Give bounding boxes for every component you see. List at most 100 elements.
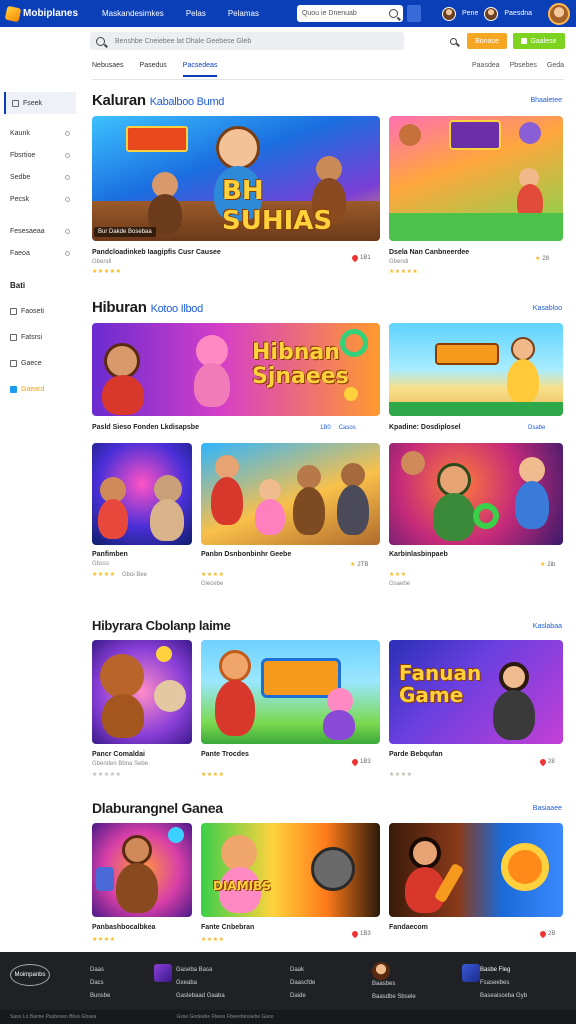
character-body bbox=[102, 694, 144, 738]
footer-link[interactable]: Gaseba Basa bbox=[176, 964, 225, 977]
character-head bbox=[215, 455, 239, 479]
game-title[interactable]: Dsela Nan Canbneerdee bbox=[389, 249, 469, 256]
logo-icon bbox=[4, 5, 22, 22]
game-title[interactable]: Karbinlasbinpaeb bbox=[389, 551, 448, 558]
game-title[interactable]: Kpadine: Dosdiplosel bbox=[389, 424, 461, 431]
avatar[interactable] bbox=[442, 6, 456, 21]
game-thumbnail[interactable] bbox=[92, 640, 192, 744]
sidebar-item[interactable]: Kaunk bbox=[4, 122, 76, 144]
app-icon[interactable] bbox=[462, 964, 480, 982]
game-title[interactable]: Parde Bebqufan bbox=[389, 751, 443, 758]
coin-icon bbox=[501, 843, 549, 891]
see-all-link[interactable]: Bhaaletee bbox=[530, 97, 562, 104]
footer-link[interactable]: Gxeaba bbox=[176, 977, 225, 990]
character-body bbox=[116, 863, 158, 913]
checkbox-icon[interactable] bbox=[10, 333, 17, 341]
character-head bbox=[341, 463, 365, 487]
footer-link[interactable]: Daak bbox=[290, 964, 315, 977]
footer-link[interactable]: Basbe Fleg bbox=[480, 964, 527, 977]
game-thumbnail[interactable] bbox=[389, 443, 563, 545]
green-button[interactable]: Gaalese bbox=[513, 33, 565, 49]
top-nav-item[interactable]: Pelamas bbox=[228, 9, 259, 18]
footer-logo-text: Moimpanbs bbox=[14, 972, 46, 978]
see-all-link[interactable]: Kaslabaa bbox=[533, 623, 562, 630]
game-thumbnail[interactable] bbox=[92, 443, 192, 545]
sidebar-check-item[interactable]: Gaece bbox=[4, 352, 76, 374]
game-title[interactable]: Pasld Sieso Fonden Lkdisapsbe bbox=[92, 424, 199, 431]
sidebar-item[interactable]: Sedbe bbox=[4, 166, 76, 188]
rating-tag-text: 2ib bbox=[547, 561, 556, 568]
app-logo[interactable]: Mobiplanes bbox=[4, 5, 86, 22]
game-title[interactable]: Pancr Comaldai bbox=[92, 751, 145, 758]
main-search-input[interactable]: Benshbe Cneiebee lat Dhale Geebese Gleb bbox=[90, 32, 404, 50]
footer-link[interactable]: Baasdbe Sbsele bbox=[372, 991, 416, 1004]
tab-item[interactable]: Pasedus bbox=[140, 62, 167, 75]
sidebar-heading: Bati bbox=[10, 280, 26, 290]
top-nav-item[interactable]: Pelas bbox=[186, 9, 206, 18]
game-banner[interactable] bbox=[389, 323, 563, 416]
tab-right-item[interactable]: Paasdea bbox=[472, 62, 500, 69]
game-title[interactable]: Panbn Dsnbonbinhr Geebe bbox=[201, 551, 291, 558]
see-all-link[interactable]: Basiaaee bbox=[533, 805, 562, 812]
footer-link[interactable]: Gaslebaad Gaaba bbox=[176, 990, 225, 1003]
app-icon[interactable] bbox=[154, 964, 172, 982]
sidebar-check-item[interactable]: Faoseti bbox=[4, 300, 76, 322]
game-thumbnail[interactable] bbox=[201, 443, 380, 545]
tab-right-item[interactable]: Geda bbox=[547, 62, 564, 69]
game-banner[interactable] bbox=[389, 116, 563, 241]
user2-label[interactable]: Paesdna bbox=[504, 10, 532, 17]
footer-link[interactable]: Baseaisceba Gyb bbox=[480, 990, 527, 1003]
game-thumbnail[interactable] bbox=[201, 640, 380, 744]
rating-tag-text: 1B3 bbox=[360, 759, 371, 765]
sidebar-item[interactable]: Faeoa bbox=[4, 242, 76, 264]
footer-logo[interactable]: Moimpanbs bbox=[10, 964, 50, 986]
game-thumbnail[interactable] bbox=[389, 823, 563, 917]
game-banner-large[interactable]: Hibnan Sjnaees bbox=[92, 323, 380, 416]
footer-link[interactable]: Fsaseebes bbox=[480, 977, 527, 990]
game-title[interactable]: Fante Cnbebran bbox=[201, 924, 254, 931]
footer-link[interactable]: Daide bbox=[290, 990, 315, 1003]
footer-legal-text: Gsse Gedeebe Fbees Fbeeebesaebe Gaso bbox=[176, 1014, 274, 1020]
sidebar-item[interactable]: Pecsk bbox=[4, 188, 76, 210]
top-search-input[interactable]: Quou ie Dnenuab bbox=[296, 5, 403, 22]
game-meta: Gsaebe bbox=[389, 581, 411, 587]
game-title[interactable]: Panfimben bbox=[92, 551, 128, 558]
banner-ground bbox=[389, 213, 563, 241]
sidebar-item-active[interactable]: Fseek bbox=[4, 92, 76, 114]
profile-avatar[interactable] bbox=[548, 2, 570, 25]
game-title[interactable]: Fandaecom bbox=[389, 924, 428, 931]
top-search-button[interactable] bbox=[406, 5, 421, 22]
footer-link[interactable]: Baasbes bbox=[372, 978, 416, 991]
sidebar-check-item[interactable]: Fatsrsi bbox=[4, 326, 76, 348]
game-title[interactable]: Pante Trocdes bbox=[201, 751, 249, 758]
game-meta: Gbendi bbox=[389, 259, 409, 265]
footer-link[interactable]: Bunsbe bbox=[90, 990, 110, 1003]
top-nav-item[interactable]: Maskandesimkes bbox=[102, 9, 164, 18]
heart-icon bbox=[350, 253, 360, 263]
search-icon[interactable] bbox=[450, 37, 457, 45]
tab-item[interactable]: Nebusaes bbox=[92, 62, 124, 75]
sidebar-item[interactable]: Fbsrtioe bbox=[4, 144, 76, 166]
checkbox-icon[interactable] bbox=[10, 307, 17, 315]
game-thumbnail[interactable] bbox=[92, 823, 192, 917]
sidebar-item[interactable]: Fesesaeaa bbox=[4, 220, 76, 242]
game-title[interactable]: Panbashbocalbkea bbox=[92, 924, 155, 931]
game-title[interactable]: Pandcloadinkeb Iaagipfis Cusr Causee bbox=[92, 249, 221, 256]
character-head bbox=[297, 465, 321, 489]
game-banner-large[interactable]: BH SUHIAS Bur Dakde Bosebaa bbox=[92, 116, 380, 241]
user-label[interactable]: Pene bbox=[462, 10, 478, 17]
footer-link[interactable]: Daascfde bbox=[290, 977, 315, 990]
footer-link[interactable]: Daas bbox=[90, 964, 110, 977]
game-thumbnail[interactable]: Fanuan Game bbox=[389, 640, 563, 744]
tab-item-active[interactable]: Pacsedeas bbox=[182, 62, 218, 77]
checkbox-icon[interactable] bbox=[10, 359, 17, 367]
checkbox-icon-checked[interactable] bbox=[10, 385, 17, 393]
sidebar-item-label: Sedbe bbox=[10, 173, 31, 181]
tab-right-item[interactable]: Pbsebes bbox=[510, 62, 537, 69]
footer-link[interactable]: Dacs bbox=[90, 977, 110, 990]
orange-button[interactable]: Bonase bbox=[467, 33, 507, 49]
game-thumbnail[interactable]: DIAMIBS bbox=[201, 823, 380, 917]
sidebar-check-item[interactable]: Gaeard bbox=[4, 378, 76, 400]
avatar[interactable] bbox=[484, 6, 499, 21]
see-all-link[interactable]: Kasabloo bbox=[533, 305, 562, 312]
